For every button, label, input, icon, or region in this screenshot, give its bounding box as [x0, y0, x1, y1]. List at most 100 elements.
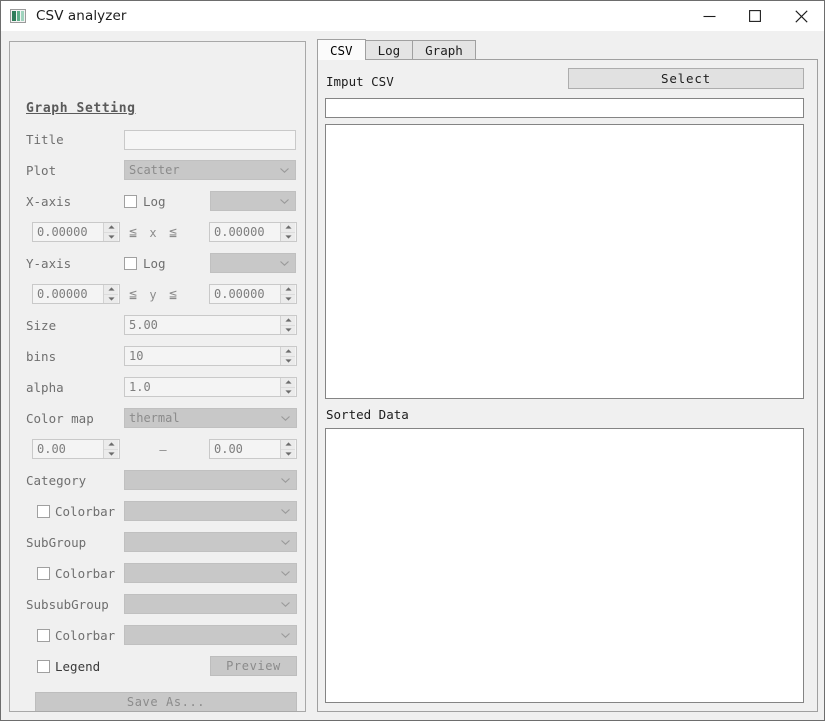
chevron-down-icon	[281, 602, 290, 607]
stepper-down-icon[interactable]	[281, 450, 295, 459]
colormap-min-spinbox[interactable]: 0.00	[32, 439, 120, 459]
minimize-icon[interactable]	[686, 1, 732, 31]
y-min-value: 0.00000	[37, 287, 88, 301]
x-max-spinbox[interactable]: 0.00000	[209, 222, 297, 242]
category-colorbar-checkbox[interactable]	[37, 505, 50, 518]
stepper-up-icon[interactable]	[281, 285, 295, 295]
colormap-max-value: 0.00	[214, 442, 243, 456]
bins-spinbox[interactable]: 10	[124, 346, 297, 366]
x-op-left: ≦	[129, 225, 137, 240]
stepper-up-icon[interactable]	[281, 223, 295, 233]
y-min-spinbox[interactable]: 0.00000	[32, 284, 120, 304]
tab-csv[interactable]: CSV	[317, 39, 366, 60]
plot-label: Plot	[26, 163, 57, 178]
stepper-down-icon[interactable]	[281, 326, 295, 335]
colormap-max-stepper[interactable]	[280, 440, 295, 458]
y-variable-label: y	[149, 288, 157, 302]
panel-splitter[interactable]	[307, 41, 317, 712]
stepper-up-icon[interactable]	[281, 347, 295, 357]
csv-path-input[interactable]	[325, 98, 804, 118]
stepper-up-icon[interactable]	[281, 378, 295, 388]
x-axis-label: X-axis	[26, 194, 72, 209]
preview-button[interactable]: Preview	[210, 656, 297, 676]
colormap-label: Color map	[26, 411, 94, 426]
plot-select[interactable]: Scatter	[124, 160, 296, 180]
tab-strip: CSV Log Graph	[317, 39, 818, 60]
category-colorbar-select[interactable]	[124, 501, 297, 521]
close-icon[interactable]	[778, 1, 824, 31]
csv-preview-textarea[interactable]	[325, 124, 804, 399]
alpha-row: alpha 1.0	[10, 377, 305, 399]
y-max-stepper[interactable]	[280, 285, 295, 303]
alpha-spinbox[interactable]: 1.0	[124, 377, 297, 397]
y-axis-log-checkbox[interactable]	[124, 257, 137, 270]
stepper-down-icon[interactable]	[281, 233, 295, 242]
plot-row: Plot Scatter	[10, 160, 305, 182]
stepper-down-icon[interactable]	[104, 450, 118, 459]
y-axis-column-select[interactable]	[210, 253, 296, 273]
chevron-down-icon	[281, 509, 290, 514]
chevron-down-icon	[281, 416, 290, 421]
save-row: Save As...	[10, 692, 305, 711]
stepper-up-icon[interactable]	[104, 440, 118, 450]
y-min-stepper[interactable]	[103, 285, 118, 303]
stepper-down-icon[interactable]	[281, 388, 295, 397]
alpha-stepper[interactable]	[280, 378, 295, 396]
bins-stepper[interactable]	[280, 347, 295, 365]
y-axis-row: Y-axis Log	[10, 253, 305, 275]
stepper-down-icon[interactable]	[104, 233, 118, 242]
tab-graph[interactable]: Graph	[412, 40, 476, 60]
x-min-spinbox[interactable]: 0.00000	[32, 222, 120, 242]
category-label: Category	[26, 473, 87, 488]
category-select[interactable]	[124, 470, 297, 490]
size-stepper[interactable]	[280, 316, 295, 334]
size-label: Size	[26, 318, 57, 333]
colormap-min-stepper[interactable]	[103, 440, 118, 458]
stepper-up-icon[interactable]	[281, 440, 295, 450]
subgroup-colorbar-select[interactable]	[124, 563, 297, 583]
subsubgroup-select[interactable]	[124, 594, 297, 614]
maximize-icon[interactable]	[732, 1, 778, 31]
x-variable-label: x	[149, 226, 157, 240]
subsubgroup-colorbar-select[interactable]	[124, 625, 297, 645]
subsubgroup-colorbar-checkbox[interactable]	[37, 629, 50, 642]
stepper-up-icon[interactable]	[104, 223, 118, 233]
sorted-data-textarea[interactable]	[325, 428, 804, 703]
stepper-down-icon[interactable]	[281, 295, 295, 304]
subgroup-colorbar-checkbox[interactable]	[37, 567, 50, 580]
x-axis-log-checkbox[interactable]	[124, 195, 137, 208]
title-input[interactable]	[124, 130, 296, 150]
x-min-stepper[interactable]	[103, 223, 118, 241]
colormap-range-separator: —	[159, 443, 167, 457]
x-max-stepper[interactable]	[280, 223, 295, 241]
stepper-down-icon[interactable]	[104, 295, 118, 304]
y-max-spinbox[interactable]: 0.00000	[209, 284, 297, 304]
size-spinbox[interactable]: 5.00	[124, 315, 297, 335]
stepper-up-icon[interactable]	[281, 316, 295, 326]
colormap-max-spinbox[interactable]: 0.00	[209, 439, 297, 459]
chevron-down-icon	[280, 261, 289, 266]
window-controls	[686, 1, 824, 31]
subsubgroup-colorbar-label: Colorbar	[55, 628, 116, 643]
input-csv-label: Imput CSV	[326, 74, 394, 89]
legend-checkbox[interactable]	[37, 660, 50, 673]
colormap-select[interactable]: thermal	[124, 408, 297, 428]
save-as-button[interactable]: Save As...	[35, 692, 297, 711]
bins-label: bins	[26, 349, 57, 364]
category-row: Category	[10, 470, 305, 492]
subgroup-colorbar-row: Colorbar	[10, 563, 305, 585]
x-axis-column-select[interactable]	[210, 191, 296, 211]
tab-log[interactable]: Log	[364, 40, 414, 60]
y-max-value: 0.00000	[214, 287, 265, 301]
app-window: CSV analyzer Graph Setting Title Plot Sc…	[0, 0, 825, 721]
y-axis-label: Y-axis	[26, 256, 72, 271]
bins-value: 10	[129, 349, 144, 363]
subgroup-row: SubGroup	[10, 532, 305, 554]
chevron-down-icon	[281, 633, 290, 638]
category-colorbar-row: Colorbar	[10, 501, 305, 523]
chevron-down-icon	[281, 540, 290, 545]
stepper-down-icon[interactable]	[281, 357, 295, 366]
stepper-up-icon[interactable]	[104, 285, 118, 295]
subgroup-select[interactable]	[124, 532, 297, 552]
select-button[interactable]: Select	[568, 68, 804, 89]
